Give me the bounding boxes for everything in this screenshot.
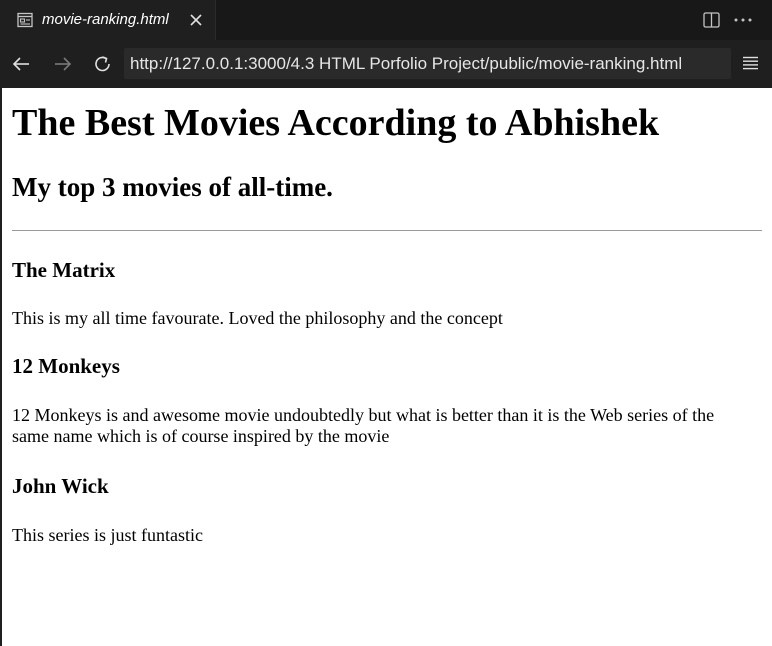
divider bbox=[12, 230, 762, 231]
page-title: The Best Movies According to Abhishek bbox=[12, 102, 660, 144]
address-bar[interactable]: http://127.0.0.1:3000/4.3 HTML Porfolio … bbox=[124, 48, 731, 79]
movie-description: 12 Monkeys is and awesome movie undoubte… bbox=[12, 405, 715, 446]
movie-title: The Matrix bbox=[12, 258, 116, 282]
url-text[interactable]: http://127.0.0.1:3000/4.3 HTML Porfolio … bbox=[130, 54, 682, 74]
movie-title: 12 Monkeys bbox=[12, 354, 120, 378]
split-editor-icon[interactable] bbox=[703, 12, 720, 28]
close-icon[interactable] bbox=[189, 13, 203, 27]
preview-icon bbox=[17, 12, 33, 28]
tab-title: movie-ranking.html bbox=[42, 11, 169, 28]
movie-description: This series is just funtastic bbox=[12, 525, 203, 545]
forward-arrow-icon[interactable] bbox=[53, 54, 73, 74]
editor-tab[interactable]: movie-ranking.html bbox=[0, 0, 216, 40]
movie-title: John Wick bbox=[12, 474, 109, 498]
page-viewport: The Best Movies According to Abhishek My… bbox=[0, 88, 772, 646]
tab-bar: movie-ranking.html bbox=[0, 0, 772, 40]
menu-icon[interactable] bbox=[742, 56, 759, 70]
back-arrow-icon[interactable] bbox=[11, 54, 31, 74]
browser-toolbar: http://127.0.0.1:3000/4.3 HTML Porfolio … bbox=[0, 40, 772, 88]
movie-description: This is my all time favourate. Loved the… bbox=[12, 308, 503, 328]
page-subtitle: My top 3 movies of all-time. bbox=[12, 172, 333, 202]
reload-icon[interactable] bbox=[93, 54, 113, 74]
more-actions-icon[interactable] bbox=[734, 18, 752, 22]
